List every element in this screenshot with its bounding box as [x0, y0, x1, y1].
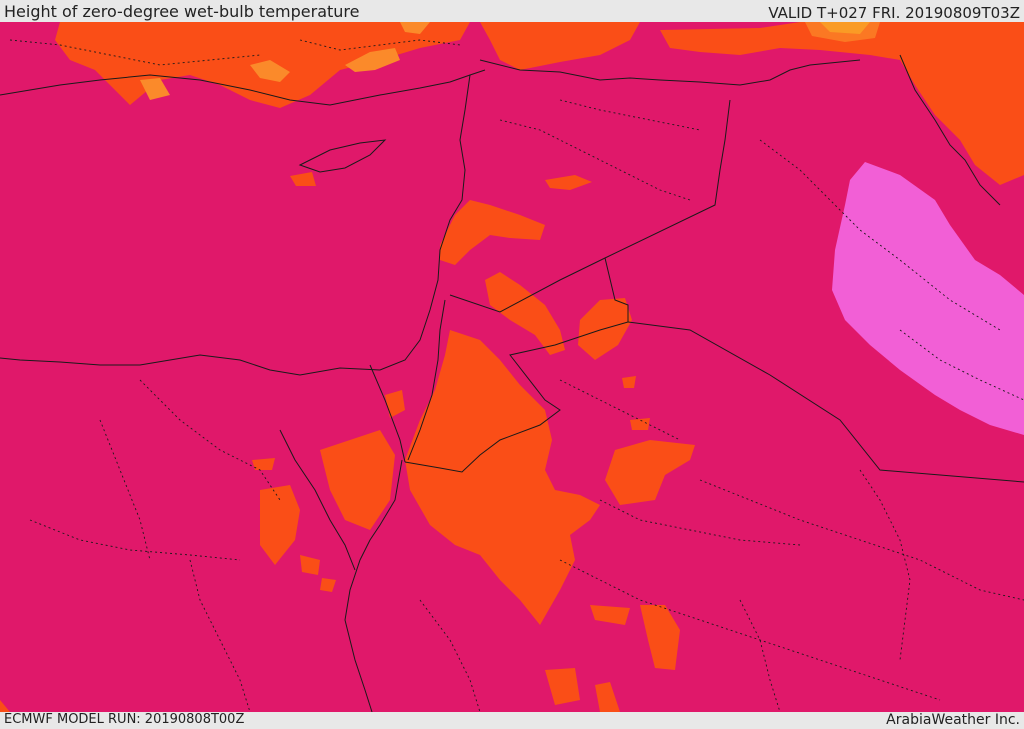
- field-base: [0, 22, 1024, 712]
- field-orange-small-3: [622, 376, 636, 388]
- field-orange-small-4: [630, 418, 650, 430]
- map-title: Height of zero-degree wet-bulb temperatu…: [4, 2, 360, 21]
- map-area[interactable]: [0, 22, 1024, 712]
- footer-bar: ECMWF MODEL RUN: 20190808T00Z ArabiaWeat…: [0, 712, 1024, 729]
- model-run: ECMWF MODEL RUN: 20190808T00Z: [4, 712, 245, 727]
- header-bar: Height of zero-degree wet-bulb temperatu…: [0, 0, 1024, 22]
- valid-time: VALID T+027 FRI. 20190809T03Z: [768, 4, 1020, 22]
- credit-text: ArabiaWeather Inc.: [886, 712, 1020, 728]
- map-canvas: [0, 22, 1024, 712]
